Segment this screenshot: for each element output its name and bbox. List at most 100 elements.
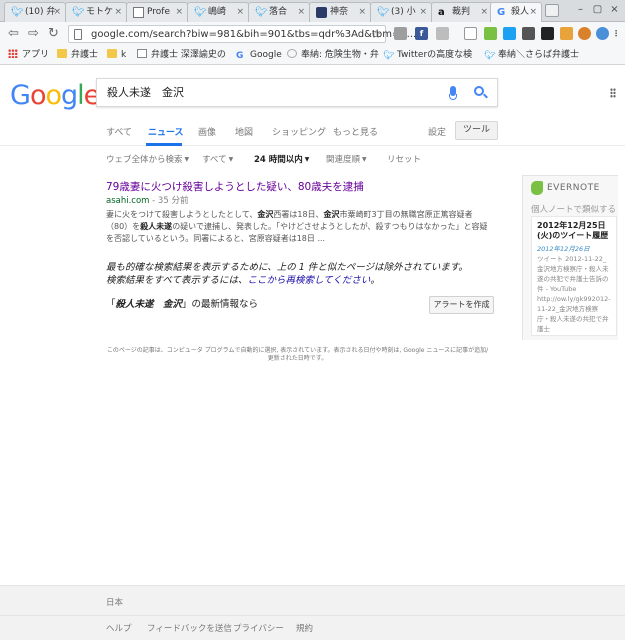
browser-tab[interactable]: 🐦︎ 嶋崎 × — [187, 2, 249, 22]
browser-tab-active[interactable]: G 殺人 × — [490, 2, 542, 22]
close-window-icon[interactable]: × — [607, 3, 622, 17]
snippet-text: 妻に火をつけて殺害しようとしたとして、 — [106, 210, 258, 219]
footer-country: 日本 — [106, 598, 124, 608]
tab-news[interactable]: ニュース — [148, 125, 184, 138]
url-text[interactable]: google.com/search?biw=981&bih=901&tbs=qd… — [91, 26, 416, 43]
browser-tab[interactable]: 🐦︎ 落合 × — [248, 2, 310, 22]
close-icon[interactable]: × — [297, 3, 305, 21]
filter-type[interactable]: すべて ▼ — [202, 153, 233, 165]
bookmark-item[interactable]: k — [107, 48, 126, 63]
note-title[interactable]: 2012年12月25日(火)のツイート履歴 — [537, 221, 611, 241]
forward-icon[interactable]: ⇨ — [28, 26, 39, 42]
facebook-icon[interactable]: f — [415, 27, 428, 40]
snippet-highlight: 殺人未遂 — [140, 222, 173, 231]
twitter-icon: 🐦︎ — [72, 7, 85, 18]
amazon-icon: a — [438, 7, 445, 18]
repeat-search-link[interactable]: ここから再検索してください — [247, 275, 370, 286]
footer-link-feedback[interactable]: フィードバックを送信 — [147, 622, 232, 634]
new-tab-button[interactable] — [545, 4, 559, 17]
tools-button[interactable]: ツール — [455, 121, 498, 140]
bookmark-item[interactable]: 弁護士 — [57, 48, 98, 63]
evernote-note-card[interactable]: 2012年12月25日(火)のツイート履歴 2012年12月26日 ツイート 2… — [531, 216, 617, 336]
link-icon — [287, 49, 297, 58]
close-icon[interactable]: × — [236, 3, 244, 21]
google-logo[interactable]: Google — [10, 80, 100, 111]
logo-letter: o — [45, 80, 62, 111]
filter-scope[interactable]: ウェブ全体から検索 ▼ — [106, 153, 189, 165]
close-icon[interactable]: × — [114, 3, 122, 21]
filter-sort[interactable]: 関連度順 ▼ — [326, 153, 367, 165]
result-source: asahi.com - 35 分前 — [106, 195, 489, 207]
search-result: 79歳妻に火つけ殺害しようとした疑い、80歳夫を逮捕 asahi.com - 3… — [106, 180, 489, 245]
address-bar[interactable]: google.com/search?biw=981&bih=901&tbs=qd… — [68, 25, 416, 43]
browser-tab-strip: 🐦︎ (10) 弁 × 🐦︎ モトケ × Profe × 🐦︎ 嶋崎 × 🐦︎ … — [0, 0, 625, 22]
note-date: 2012年12月26日 — [537, 245, 590, 253]
bookmark-item[interactable]: 🐦︎ Twitterの高度な検 — [383, 48, 472, 63]
result-title-link[interactable]: 79歳妻に火つけ殺害しようとした疑い、80歳夫を逮捕 — [106, 180, 489, 194]
filter-time[interactable]: 24 時間以内 ▼ — [254, 153, 309, 165]
snippet-highlight: 金沢 — [323, 210, 340, 219]
browser-tab[interactable]: Profe × — [126, 2, 188, 22]
extension-icon[interactable] — [394, 27, 407, 40]
extension-icon[interactable] — [596, 27, 609, 40]
page-footer: 日本 ヘルプ フィードバックを送信 プライバシー 規約 — [0, 585, 625, 640]
twitter-icon[interactable] — [503, 27, 516, 40]
result-source-site[interactable]: asahi.com — [106, 196, 149, 206]
browser-tab[interactable]: a 裁判 × — [431, 2, 493, 22]
create-alert-button[interactable]: アラートを作成 — [429, 296, 494, 314]
settings-link[interactable]: 設定 — [428, 125, 446, 138]
evernote-icon[interactable] — [484, 27, 497, 40]
close-icon[interactable]: × — [175, 3, 183, 21]
tab-all[interactable]: すべて — [106, 125, 132, 138]
close-icon[interactable]: × — [480, 3, 488, 21]
close-icon[interactable]: × — [358, 3, 366, 21]
bookmark-item[interactable]: G Google — [236, 48, 282, 63]
extension-icon[interactable] — [541, 27, 554, 40]
logo-letter: o — [29, 80, 47, 111]
close-icon[interactable]: × — [529, 3, 537, 21]
avatar[interactable] — [578, 27, 591, 40]
apps-grid-icon[interactable] — [610, 88, 616, 98]
evernote-related-label: 個人ノートで類似する — [531, 205, 617, 215]
bookmark-item[interactable]: 🐦︎ 奉納＼さらば弁護士 — [484, 48, 579, 63]
alert-row: 「殺人未遂 金沢」の最新情報なら アラートを作成 — [106, 296, 494, 316]
bookmark-item[interactable]: 弁護士 深澤諭史の — [137, 48, 226, 63]
search-input[interactable]: 殺人未遂 金沢 — [96, 78, 498, 107]
maximize-icon[interactable]: ▢ — [590, 3, 605, 17]
microphone-icon-stand — [449, 94, 457, 100]
google-icon: G — [236, 51, 244, 61]
browser-tab[interactable]: 🐦︎ モトケ × — [65, 2, 127, 22]
reload-icon[interactable]: ↻ — [48, 26, 59, 42]
filter-reset[interactable]: リセット — [387, 153, 421, 165]
browser-tab[interactable]: 神奈 × — [309, 2, 371, 22]
minimize-icon[interactable]: – — [573, 3, 588, 17]
menu-icon[interactable]: ⋮ — [611, 27, 621, 40]
back-icon[interactable]: ⇦ — [8, 26, 19, 42]
tab-shopping[interactable]: ショッピング — [272, 125, 326, 138]
logo-letter: g — [61, 80, 78, 111]
extension-icon[interactable] — [436, 27, 449, 40]
close-icon[interactable]: × — [53, 3, 61, 21]
omitted-line-1: 最も的確な検索結果を表示するために、上の 1 件と似たページは除外されています。 — [106, 262, 468, 273]
search-query[interactable]: 殺人未遂 金沢 — [107, 79, 184, 106]
close-icon[interactable]: × — [419, 3, 427, 21]
tab-images[interactable]: 画像 — [198, 125, 216, 138]
caret-down-icon: ▼ — [184, 156, 190, 163]
browser-tab[interactable]: 🐦︎ (3) 小 × — [370, 2, 432, 22]
tab-more[interactable]: もっと見る — [333, 125, 378, 138]
bookmark-item[interactable]: 奉納: 危険生物・弁 — [287, 48, 379, 63]
browser-tab[interactable]: 🐦︎ (10) 弁 × — [4, 2, 66, 22]
search-icon-handle — [483, 93, 488, 99]
folder-icon — [107, 49, 117, 58]
extension-icon[interactable] — [522, 27, 535, 40]
bookmark-item[interactable]: アプリ — [8, 48, 49, 63]
bookmark-star-icon[interactable]: ☆ — [371, 26, 381, 43]
footer-link-help[interactable]: ヘルプ — [106, 622, 132, 634]
footer-link-terms[interactable]: 規約 — [296, 622, 313, 634]
extension-icon[interactable] — [560, 27, 573, 40]
twitter-icon: 🐦︎ — [377, 7, 390, 18]
footer-link-privacy[interactable]: プライバシー — [233, 622, 284, 634]
snippet-highlight: 金沢 — [257, 210, 274, 219]
tab-maps[interactable]: 地図 — [235, 125, 253, 138]
bookmark-icon[interactable] — [464, 27, 477, 40]
